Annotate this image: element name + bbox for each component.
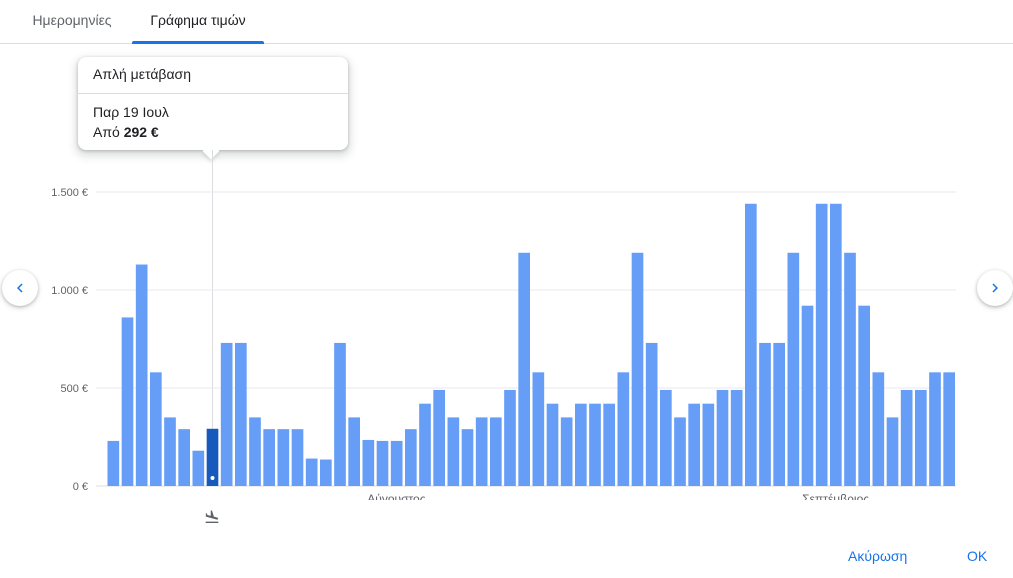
price-bar[interactable] bbox=[688, 403, 700, 486]
y-tick-label: 1.500 € bbox=[51, 187, 88, 199]
y-tick-label: 500 € bbox=[60, 383, 88, 395]
tooltip-date: Παρ 19 Ιουλ bbox=[93, 104, 169, 120]
price-bar[interactable] bbox=[886, 417, 899, 486]
price-bar[interactable] bbox=[915, 389, 927, 486]
price-bar[interactable] bbox=[858, 305, 870, 486]
price-bar[interactable] bbox=[178, 429, 190, 486]
price-bar[interactable] bbox=[702, 403, 715, 486]
cancel-button[interactable]: Ακύρωση bbox=[848, 548, 907, 564]
price-bar[interactable] bbox=[745, 203, 757, 486]
price-bar[interactable] bbox=[674, 417, 686, 486]
tooltip-price: Από 292 € bbox=[93, 124, 159, 140]
price-bar[interactable] bbox=[518, 252, 530, 486]
price-bar[interactable] bbox=[716, 389, 729, 486]
price-bar[interactable] bbox=[617, 372, 630, 486]
x-tick-label: Αύγουστος bbox=[367, 492, 425, 500]
tab-bar: Ημερομηνίες Γράφημα τιμών bbox=[0, 0, 1013, 44]
price-bar[interactable] bbox=[844, 252, 856, 486]
price-bar[interactable] bbox=[277, 429, 290, 486]
price-bar[interactable] bbox=[787, 252, 800, 486]
tab-price-graph[interactable]: Γράφημα τιμών bbox=[132, 0, 264, 44]
x-tick-label: Σεπτέμβριος bbox=[802, 492, 869, 500]
price-bar[interactable] bbox=[759, 342, 771, 486]
tab-price-graph-label: Γράφημα τιμών bbox=[150, 12, 246, 28]
price-bar[interactable] bbox=[631, 252, 644, 486]
chevron-left-icon bbox=[17, 283, 23, 293]
active-tab-indicator bbox=[132, 41, 264, 44]
price-bar[interactable] bbox=[490, 417, 502, 486]
price-bar[interactable] bbox=[405, 429, 417, 486]
price-bar[interactable] bbox=[376, 440, 389, 486]
price-bar[interactable] bbox=[390, 440, 403, 486]
price-bar[interactable] bbox=[135, 264, 148, 486]
price-tooltip: Απλή μετάβαση Παρ 19 Ιουλ Από 292 € bbox=[78, 57, 348, 160]
price-bar[interactable] bbox=[815, 203, 828, 486]
next-button[interactable] bbox=[977, 270, 1013, 306]
price-bar[interactable] bbox=[334, 342, 346, 486]
ok-button[interactable]: OK bbox=[967, 548, 987, 564]
tab-dates[interactable]: Ημερομηνίες bbox=[14, 0, 130, 43]
price-bar[interactable] bbox=[249, 417, 261, 486]
price-bar[interactable] bbox=[164, 417, 176, 486]
tooltip-price-value: 292 € bbox=[123, 124, 159, 140]
price-bar[interactable] bbox=[603, 403, 615, 486]
previous-button[interactable] bbox=[2, 270, 38, 306]
tab-dates-label: Ημερομηνίες bbox=[32, 12, 112, 28]
price-bar[interactable] bbox=[220, 342, 233, 486]
price-bar[interactable] bbox=[801, 305, 814, 486]
price-bar[interactable] bbox=[235, 342, 247, 486]
price-bar[interactable] bbox=[900, 389, 913, 486]
price-bar[interactable] bbox=[433, 389, 445, 486]
y-tick-label: 0 € bbox=[73, 481, 88, 493]
price-bar[interactable] bbox=[546, 403, 559, 486]
price-bar[interactable] bbox=[107, 440, 120, 486]
price-bar[interactable] bbox=[291, 429, 304, 486]
price-bar[interactable] bbox=[121, 317, 134, 486]
price-bar[interactable] bbox=[830, 203, 842, 486]
selection-dot bbox=[210, 476, 215, 480]
price-bar[interactable] bbox=[362, 439, 375, 486]
price-bar[interactable] bbox=[305, 458, 318, 486]
price-bar[interactable] bbox=[532, 372, 545, 486]
price-bar[interactable] bbox=[560, 417, 573, 486]
price-bar[interactable] bbox=[447, 417, 460, 486]
price-bar[interactable] bbox=[660, 389, 672, 486]
chevron-right-icon bbox=[992, 283, 998, 293]
price-bar[interactable] bbox=[943, 372, 955, 486]
price-bar[interactable] bbox=[150, 372, 162, 486]
price-bar[interactable] bbox=[929, 372, 941, 486]
price-bar[interactable] bbox=[589, 403, 601, 486]
price-bar[interactable] bbox=[773, 342, 785, 486]
plane-landing-icon bbox=[204, 509, 220, 530]
price-bar[interactable] bbox=[263, 429, 275, 486]
price-chart: 0 € 500 € 1.000 € 1.500 € Αύγουστος Σεπτέμβρι… bbox=[51, 150, 956, 500]
price-bar[interactable] bbox=[575, 403, 587, 486]
price-bar[interactable] bbox=[645, 342, 658, 486]
price-bar[interactable] bbox=[504, 389, 516, 486]
price-bar[interactable] bbox=[320, 459, 332, 486]
price-bar[interactable] bbox=[348, 417, 360, 486]
y-tick-label: 1.000 € bbox=[51, 285, 88, 297]
price-bar[interactable] bbox=[872, 372, 885, 486]
price-bar[interactable] bbox=[461, 429, 474, 486]
price-bar[interactable] bbox=[419, 403, 431, 486]
price-bar[interactable] bbox=[192, 450, 205, 486]
tooltip-title: Απλή μετάβαση bbox=[78, 57, 348, 94]
tooltip-price-prefix: Από bbox=[93, 124, 120, 140]
price-bar[interactable] bbox=[730, 389, 743, 486]
price-bar[interactable] bbox=[475, 417, 488, 486]
